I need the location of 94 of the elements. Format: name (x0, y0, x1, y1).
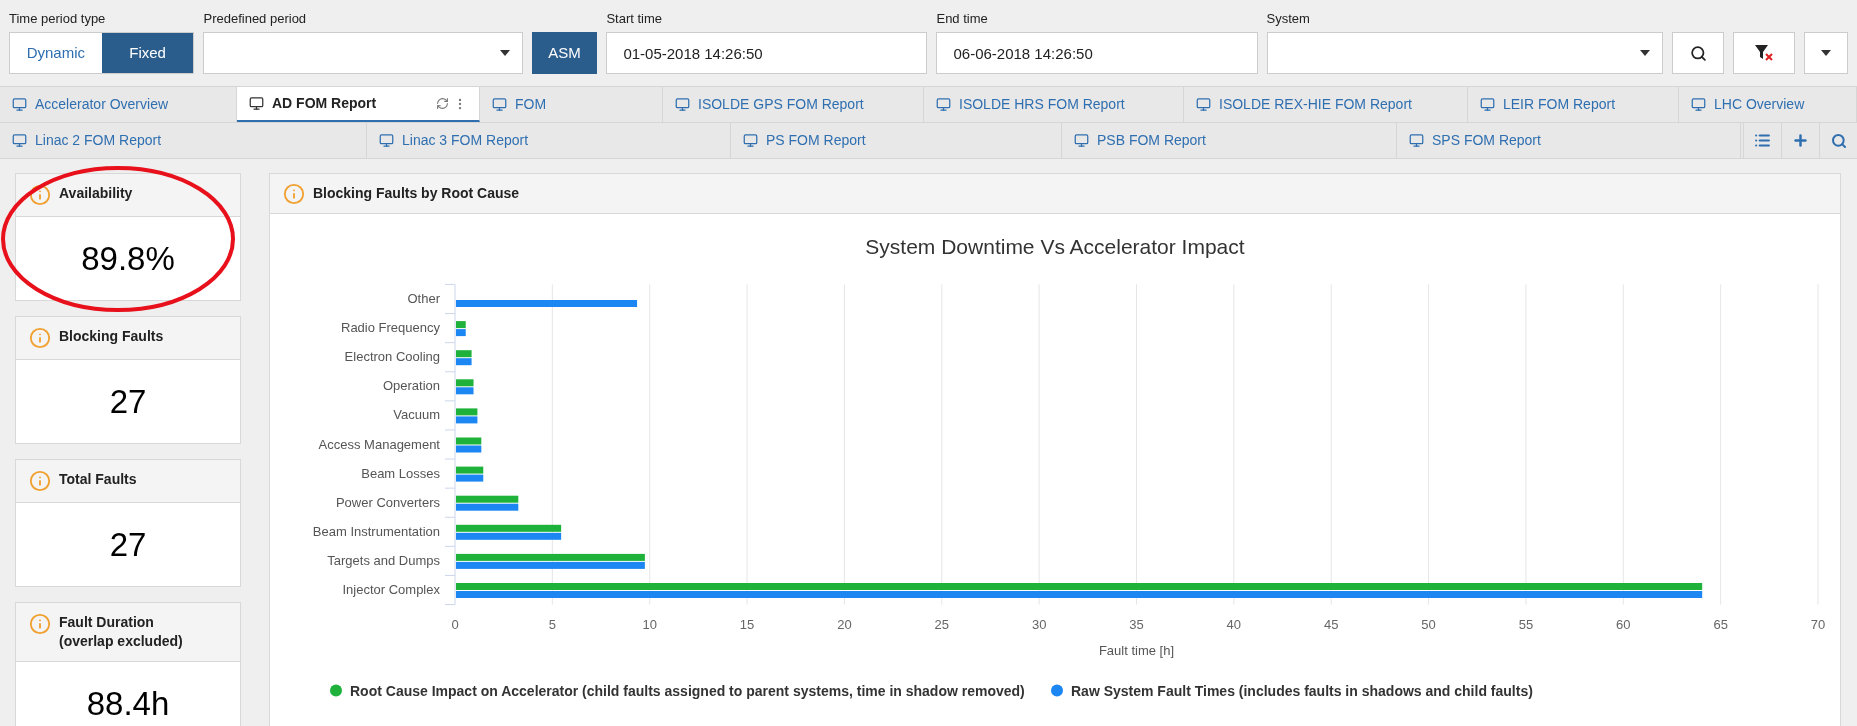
start-time-field[interactable]: 01-05-2018 14:26:50 (606, 32, 928, 74)
axis-tick-label: 15 (739, 616, 755, 632)
category-label: Electron Cooling (344, 349, 440, 365)
info-icon[interactable] (29, 470, 51, 492)
search-icon (1689, 44, 1707, 62)
report-tab[interactable]: ISOLDE REX-HIE FOM Report (1184, 87, 1468, 122)
axis-tick-label: 65 (1713, 616, 1728, 632)
category-label: Beam Losses (361, 465, 440, 481)
kpi-value: 27 (109, 381, 147, 422)
report-tab[interactable]: LEIR FOM Report (1468, 87, 1679, 122)
axis-tick-label: 60 (1616, 616, 1631, 632)
field-label: Time period type (9, 11, 107, 27)
asm-button[interactable]: ASM (531, 32, 598, 74)
monitor-icon (1074, 133, 1089, 148)
monitor-icon (936, 97, 951, 112)
monitor-icon (1409, 133, 1424, 148)
report-tab[interactable]: ISOLDE HRS FOM Report (924, 87, 1184, 122)
field-label: Start time (606, 11, 663, 27)
search-icon (1830, 132, 1847, 149)
panel-title: Blocking Faults by Root Cause (313, 184, 520, 203)
field-label: End time (936, 11, 989, 27)
caret-icon (499, 50, 510, 56)
monitor-icon (12, 97, 27, 112)
report-tab[interactable]: PSB FOM Report (1062, 123, 1397, 158)
axis-tick-label: 0 (451, 616, 459, 632)
axis-tick-label: 50 (1421, 616, 1436, 632)
info-icon[interactable] (283, 182, 305, 205)
axis-tick-label: 40 (1226, 616, 1242, 632)
kpi-title: Availability (59, 184, 133, 203)
axis-tick-label: 45 (1324, 616, 1339, 632)
report-tab[interactable]: SPS FOM Report (1397, 123, 1741, 158)
category-label: Vacuum (393, 407, 440, 423)
info-icon[interactable] (29, 613, 51, 635)
category-label: Access Management (318, 436, 440, 452)
kpi-title: (overlap excluded) (59, 632, 183, 651)
axis-tick-label: 25 (934, 616, 949, 632)
monitor-icon (12, 133, 27, 148)
monitor-icon (1691, 97, 1706, 112)
more-options-button[interactable] (1804, 32, 1848, 74)
monitor-icon (492, 97, 507, 112)
kpi-value: 27 (109, 524, 147, 565)
axis-title: Fault time [h] (1098, 642, 1175, 658)
axis-tick-label: 70 (1810, 616, 1826, 632)
category-label: Radio Frequency (341, 320, 440, 336)
monitor-icon (379, 133, 394, 148)
monitor-icon (1196, 97, 1211, 112)
category-label: Power Converters (335, 494, 440, 510)
axis-tick-label: 35 (1129, 616, 1144, 632)
monitor-icon (249, 96, 264, 111)
axis-tick-label: 20 (837, 616, 852, 632)
clear-filter-button[interactable] (1733, 32, 1796, 74)
field-label: Predefined period (203, 11, 308, 27)
period-type-toggle[interactable]: Dynamic (10, 33, 102, 73)
category-label: Beam Instrumentation (312, 523, 440, 539)
axis-tick-label: 5 (548, 616, 556, 632)
system-dropdown[interactable] (1266, 32, 1664, 74)
plus-icon (1792, 132, 1809, 149)
info-icon[interactable] (29, 327, 51, 349)
report-tab[interactable]: PS FOM Report (731, 123, 1062, 158)
end-time-field[interactable]: 06-06-2018 14:26:50 (936, 32, 1258, 74)
monitor-icon (675, 97, 690, 112)
monitor-icon (743, 133, 758, 148)
category-label: Targets and Dumps (327, 552, 440, 568)
legend-label[interactable]: Raw System Fault Times (includes faults in shadows and child faults) (1071, 682, 1533, 699)
category-label: Operation (382, 378, 440, 394)
axis-tick-label: 30 (1031, 616, 1047, 632)
report-tab[interactable]: Linac 2 FOM Report (0, 123, 367, 158)
monitor-icon (1480, 97, 1495, 112)
caret-icon (1821, 50, 1832, 56)
refresh-icon[interactable] (436, 97, 449, 110)
caret-icon (1640, 50, 1651, 56)
category-label: Injector Complex (342, 582, 440, 597)
report-tab[interactable]: ISOLDE GPS FOM Report (663, 87, 924, 122)
search-button[interactable] (1672, 32, 1725, 74)
kpi-title: Blocking Faults (59, 327, 164, 346)
legend-label[interactable]: Root Cause Impact on Accelerator (child faults assigned to parent systems, time in shadow removed) (350, 682, 1025, 699)
kpi-title: Fault Duration (59, 613, 155, 632)
report-tab[interactable]: FOM (480, 87, 663, 122)
predefined-period-dropdown[interactable] (203, 32, 523, 74)
period-type-toggle[interactable]: Fixed (101, 33, 194, 73)
report-tab[interactable]: LHC Overview (1679, 87, 1857, 122)
filter-clear-icon (1754, 44, 1775, 62)
info-icon[interactable] (29, 184, 51, 206)
report-tab[interactable]: Linac 3 FOM Report (367, 123, 731, 158)
chart-title: System Downtime Vs Accelerator Impact (865, 235, 1245, 258)
category-label: Other (407, 291, 440, 306)
report-tab[interactable]: AD FOM Report (237, 87, 480, 122)
kpi-value: 89.8% (81, 238, 175, 279)
field-label: System (1266, 11, 1311, 27)
axis-tick-label: 55 (1518, 616, 1534, 632)
kpi-title: Total Faults (59, 470, 137, 489)
axis-tick-label: 10 (642, 616, 657, 632)
kpi-value: 88.4h (86, 683, 170, 724)
list-icon (1754, 132, 1771, 149)
